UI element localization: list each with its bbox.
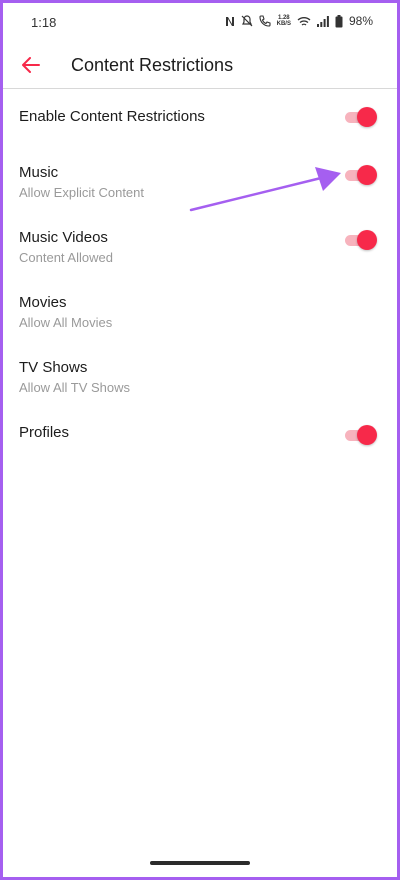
app-bar: Content Restrictions xyxy=(3,43,397,89)
setting-label: Music xyxy=(19,164,59,181)
call-icon xyxy=(259,15,271,27)
battery-icon xyxy=(335,14,343,28)
battery-percent: 98% xyxy=(348,14,373,28)
setting-subtitle: Content Allowed xyxy=(19,250,113,265)
status-icons: 1.28 KB/S 98% xyxy=(225,14,373,28)
setting-label: Music Videos xyxy=(19,229,108,246)
setting-text: Enable Content Restrictions xyxy=(19,108,205,125)
setting-label: Movies xyxy=(19,294,67,311)
setting-enable-content-restrictions[interactable]: Enable Content Restrictions xyxy=(3,93,397,158)
phone-screen: 1:18 1.28 KB/S 98% Content Restrictions … xyxy=(3,3,397,877)
music-videos-toggle[interactable] xyxy=(345,230,377,250)
bell-off-icon xyxy=(241,15,253,27)
setting-subtitle: Allow Explicit Content xyxy=(19,185,144,200)
toggle-thumb xyxy=(357,230,377,250)
signal-icon xyxy=(316,15,329,27)
toggle-thumb xyxy=(357,425,377,445)
page-title: Content Restrictions xyxy=(71,55,234,75)
setting-music-videos[interactable]: Music Videos Content Allowed xyxy=(3,223,397,288)
enable-content-restrictions-toggle[interactable] xyxy=(345,107,377,127)
network-speed: 1.28 KB/S xyxy=(277,15,291,27)
status-bar: 1:18 1.28 KB/S 98% xyxy=(3,3,397,39)
setting-label: Profiles xyxy=(19,424,70,441)
status-time: 1:18 xyxy=(31,15,57,30)
settings-list: Enable Content Restrictions Music Allow … xyxy=(3,93,397,483)
network-speed-unit: KB/S xyxy=(276,21,291,27)
arrow-left-icon xyxy=(22,57,40,73)
profiles-toggle[interactable] xyxy=(345,425,377,445)
setting-movies[interactable]: Movies Allow All Movies xyxy=(3,288,397,353)
setting-label: Enable Content Restrictions xyxy=(19,108,205,125)
setting-text: Music Allow Explicit Content xyxy=(19,164,144,200)
setting-subtitle: Allow All TV Shows xyxy=(19,380,131,395)
nfc-icon xyxy=(225,16,235,27)
setting-text: TV Shows Allow All TV Shows xyxy=(19,359,130,395)
toggle-thumb xyxy=(357,107,377,127)
setting-text: Profiles xyxy=(19,424,69,441)
setting-subtitle: Allow All Movies xyxy=(19,315,113,330)
setting-text: Music Videos Content Allowed xyxy=(19,229,113,265)
music-toggle[interactable] xyxy=(345,165,377,185)
home-indicator[interactable] xyxy=(150,861,250,865)
setting-text: Movies Allow All Movies xyxy=(19,294,112,330)
setting-tv-shows[interactable]: TV Shows Allow All TV Shows xyxy=(3,353,397,418)
toggle-thumb xyxy=(357,165,377,185)
back-button[interactable] xyxy=(19,53,43,77)
setting-label: TV Shows xyxy=(19,359,88,376)
setting-profiles[interactable]: Profiles xyxy=(3,418,397,483)
wifi-icon xyxy=(297,16,311,27)
setting-music[interactable]: Music Allow Explicit Content xyxy=(3,158,397,223)
